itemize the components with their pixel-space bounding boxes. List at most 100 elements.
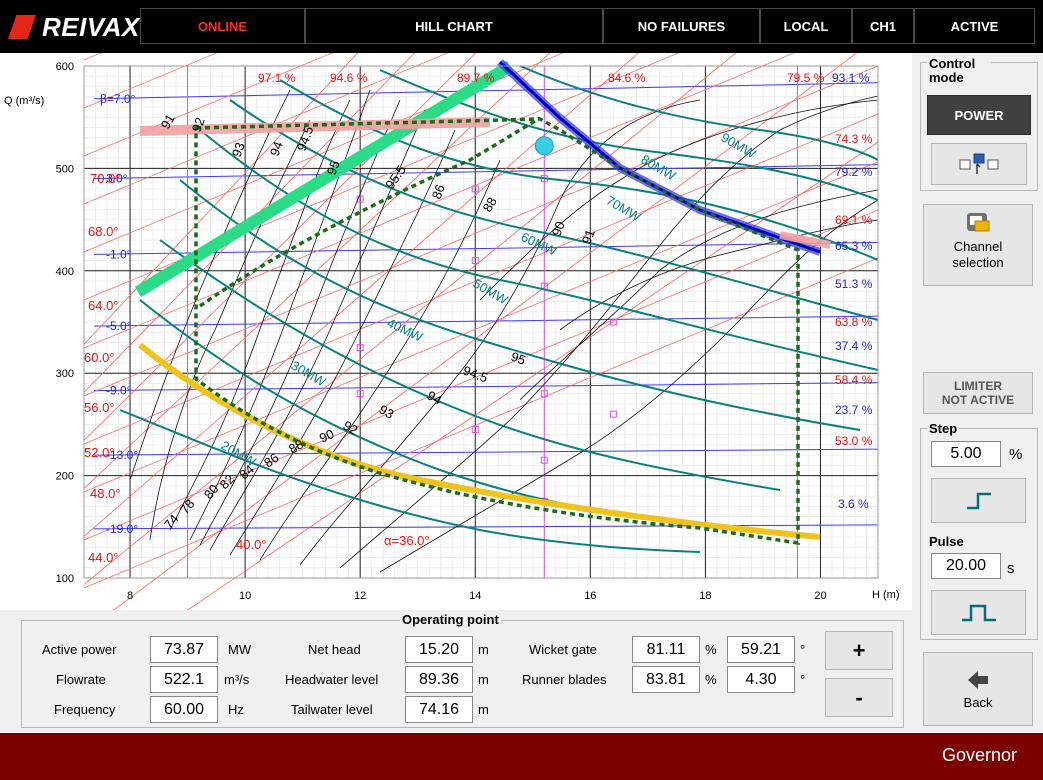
active-power-unit: MW — [228, 642, 252, 657]
efficiency-label: 95 — [509, 349, 528, 368]
channel-selection-label: Channel selection — [952, 239, 1004, 270]
beta-line — [93, 448, 879, 456]
gate-pct-label: 69.1 % — [835, 213, 873, 227]
alpha-line — [83, 161, 879, 493]
blade-pct-label: 65.3 % — [835, 239, 873, 253]
x-tick-label: 8 — [127, 590, 133, 602]
step-title: Step — [927, 421, 960, 436]
y-tick-label: 300 — [56, 368, 74, 380]
pulse-title: Pulse — [927, 534, 966, 549]
reivax-logo: REIVAX — [8, 9, 139, 45]
runner-blades-pct-value: 83.81 — [632, 666, 700, 693]
operating-point-marker — [534, 136, 554, 156]
gate-pct-label: 53.0 % — [835, 434, 873, 448]
efficiency-label: 94 — [425, 388, 445, 408]
increase-button[interactable]: + — [825, 631, 893, 670]
step-signal-button[interactable] — [931, 478, 1026, 523]
x-axis-label: H (m) — [872, 589, 900, 601]
online-status: ONLINE — [140, 8, 305, 44]
alpha-label: 52.0° — [84, 445, 115, 460]
wicket-gate-pct-unit: % — [705, 642, 717, 657]
step-signal-icon — [966, 492, 991, 509]
operating-envelope — [194, 117, 800, 546]
blade-pct-label: 51.3 % — [835, 277, 873, 291]
step-input[interactable]: 5.00 — [931, 441, 1001, 467]
blade-pct-label: 37.4 % — [835, 339, 873, 353]
alpha-label: 48.0° — [90, 486, 121, 501]
control-mode-title: Control mode — [927, 57, 991, 85]
net-head-value: 15.20 — [405, 636, 473, 663]
flowrate-unit: m³/s — [224, 672, 250, 687]
frequency-value: 60.00 — [150, 696, 218, 723]
y-tick-label: 500 — [56, 163, 74, 175]
efficiency-contour — [519, 189, 879, 401]
alpha-label: 56.0° — [84, 400, 115, 415]
wicket-gate-deg-value: 59.21 — [727, 636, 795, 663]
footer-title: Governor — [941, 745, 1017, 765]
wicket-gate-pct-value: 81.11 — [632, 636, 700, 663]
alpha-label: α=36.0° — [384, 533, 430, 548]
power-label: 30MW — [289, 358, 330, 390]
efficiency-label: 93 — [377, 402, 397, 422]
x-tick-label: 18 — [699, 590, 711, 602]
net-head-label: Net head — [308, 642, 361, 657]
pulse-signal-icon — [961, 604, 996, 621]
power-label: 90MW — [719, 130, 760, 162]
hill-chart[interactable]: β=7.0° 3.0° -1.0° -5.0° -9.0° -13.0° -19.0° 70.… — [0, 0, 912, 681]
flowrate-value: 522.1 — [150, 666, 218, 693]
headwater-label: Headwater level — [285, 672, 379, 687]
alpha-label: 70.0° — [90, 171, 121, 186]
gate-pct-label: 84.6 % — [608, 71, 646, 85]
step-unit: % — [1009, 446, 1023, 463]
beta-label: -9.0° — [106, 384, 132, 398]
pulse-input[interactable]: 20.00 — [931, 553, 1001, 579]
efficiency-label: 82 — [217, 471, 238, 492]
tailwater-label: Tailwater level — [291, 702, 373, 717]
power-mode-button[interactable]: POWER — [927, 95, 1031, 135]
back-button[interactable]: Back — [923, 652, 1033, 726]
power-curve — [379, 69, 879, 201]
gate-pct-label: 89.7 % — [457, 71, 495, 85]
x-tick-label: 20 — [814, 590, 826, 602]
x-tick-label: 12 — [354, 590, 366, 602]
frequency-label: Frequency — [54, 702, 116, 717]
efficiency-label: 94 — [267, 139, 286, 158]
alpha-label: 60.0° — [84, 350, 115, 365]
active-power-label: Active power — [42, 642, 117, 657]
channel-selection-button[interactable]: Channel selection — [923, 204, 1033, 286]
gate-pct-label: 58.4 % — [835, 373, 873, 387]
x-tick-label: 10 — [239, 590, 251, 602]
active-status: ACTIVE — [914, 8, 1035, 44]
decrease-button[interactable]: - — [825, 678, 893, 717]
limiter-line1: LIMITER — [954, 379, 1002, 393]
runner-blades-deg-value: 4.30 — [727, 666, 795, 693]
y-tick-label: 600 — [56, 61, 74, 73]
runner-blades-deg-unit: ° — [800, 672, 806, 687]
location-status: LOCAL — [760, 8, 852, 44]
pulse-unit: s — [1007, 560, 1015, 577]
net-head-unit: m — [478, 642, 489, 657]
limiter-status: LIMITER NOT ACTIVE — [923, 372, 1033, 414]
y-tick-label: 200 — [56, 471, 74, 483]
wicket-gate-label: Wicket gate — [529, 642, 597, 657]
beta-label: -5.0° — [106, 319, 132, 333]
brand-name: REIVAX — [42, 12, 140, 42]
operating-point-title: Operating point — [400, 612, 501, 627]
hill-chart-svg[interactable]: β=7.0°3.0°-1.0°-5.0°-9.0°-13.0°-19.0°70.… — [0, 0, 912, 681]
channel-selection-icon — [967, 213, 990, 232]
wicket-gate-deg-unit: ° — [800, 642, 806, 657]
frequency-unit: Hz — [228, 702, 244, 717]
footer-bar: Governor — [0, 733, 1043, 780]
alpha-label: 44.0° — [88, 550, 119, 565]
back-arrow-icon — [968, 670, 988, 689]
alpha-line — [83, 0, 230, 61]
efficiency-label: 94.5 — [461, 363, 490, 386]
blade-pct-label: 79.2 % — [835, 165, 873, 179]
y-tick-label: 400 — [56, 266, 74, 278]
blade-pct-label: 3.6 % — [838, 497, 869, 511]
gate-pct-label: 94.6 % — [330, 71, 368, 85]
mode-select-button[interactable] — [931, 143, 1027, 185]
gate-pct-label: 74.3 % — [835, 132, 873, 146]
pulse-signal-button[interactable] — [931, 590, 1026, 635]
channel-status: CH1 — [852, 8, 914, 44]
